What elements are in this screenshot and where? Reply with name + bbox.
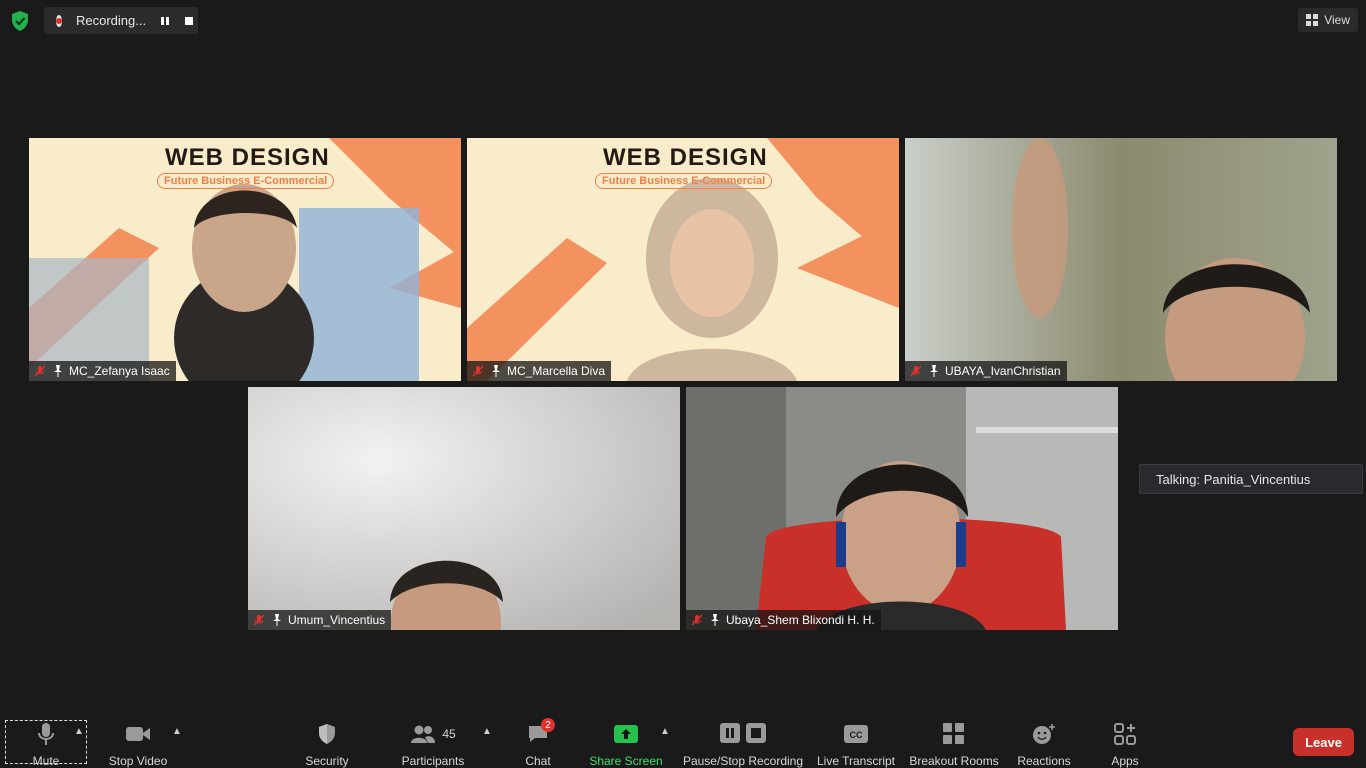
pause-stop-label: Pause/Stop Recording <box>682 754 804 768</box>
pin-icon <box>54 365 62 377</box>
breakout-rooms-icon <box>943 723 964 744</box>
chat-label: Chat <box>525 754 551 768</box>
security-shield-icon[interactable] <box>8 8 32 34</box>
apps-button[interactable]: Apps <box>1108 712 1142 768</box>
breakout-rooms-label: Breakout Rooms <box>909 754 999 768</box>
apps-icon <box>1114 723 1136 745</box>
pause-recording-icon[interactable] <box>160 12 170 30</box>
top-left-bar: Recording... <box>8 7 198 34</box>
banner-title: WEB DESIGN <box>603 144 768 171</box>
mute-options-chevron-icon[interactable]: ▲ <box>74 726 84 737</box>
banner-subtitle: Future Business E-Commercial <box>157 173 335 189</box>
live-transcript-button[interactable]: CC Live Transcript <box>816 712 896 768</box>
smiley-icon <box>1033 724 1055 744</box>
shield-icon <box>319 724 335 744</box>
pause-stop-recording-button[interactable]: Pause/Stop Recording <box>682 712 804 768</box>
participant-name: MC_Zefanya Isaac <box>69 364 170 378</box>
stop-recording-icon[interactable] <box>184 12 194 30</box>
share-screen-icon <box>614 725 638 743</box>
participant-name-tag: Umum_Vincentius <box>248 610 392 630</box>
video-tile[interactable]: Umum_Vincentius <box>248 387 680 630</box>
security-label: Security <box>305 754 349 768</box>
stop-video-label: Stop Video <box>108 754 168 768</box>
grid-view-icon <box>1306 14 1319 26</box>
camera-feed <box>905 138 1337 381</box>
pin-icon <box>711 614 719 626</box>
share-screen-button[interactable]: Share Screen <box>589 712 663 768</box>
banner-subtitle: Future Business E-Commercial <box>595 173 773 189</box>
camera-feed <box>248 387 680 630</box>
participant-name-tag: Ubaya_Shem Blixondi H. H. <box>686 610 881 630</box>
video-tile[interactable]: UBAYA_IvanChristian <box>905 138 1337 381</box>
participants-icon <box>411 725 436 743</box>
breakout-rooms-button[interactable]: Breakout Rooms <box>908 712 1000 768</box>
view-label: View <box>1324 13 1350 27</box>
pause-icon <box>720 723 740 743</box>
mute-button[interactable]: Mute <box>28 712 64 768</box>
muted-mic-icon <box>253 614 265 626</box>
participant-name: Ubaya_Shem Blixondi H. H. <box>726 613 875 627</box>
svg-text:CC: CC <box>850 730 863 740</box>
pin-icon <box>273 614 281 626</box>
mute-label: Mute <box>32 754 60 768</box>
share-screen-label: Share Screen <box>589 754 663 768</box>
participant-name: MC_Marcella Diva <box>507 364 606 378</box>
recording-indicator: Recording... <box>44 7 198 34</box>
video-tile[interactable]: WEB DESIGN Future Business E-Commercial … <box>467 138 899 381</box>
muted-mic-icon <box>691 614 703 626</box>
participants-button[interactable]: 45 Participants <box>400 712 466 768</box>
reactions-button[interactable]: Reactions <box>1016 712 1072 768</box>
banner-title: WEB DESIGN <box>165 144 330 171</box>
stop-video-button[interactable]: Stop Video <box>106 712 170 768</box>
closed-caption-icon: CC <box>844 725 868 743</box>
participant-name: Umum_Vincentius <box>288 613 386 627</box>
record-icon <box>56 14 62 27</box>
muted-mic-icon <box>472 365 484 377</box>
participant-name-tag: MC_Marcella Diva <box>467 361 612 381</box>
apps-label: Apps <box>1111 754 1139 768</box>
pin-icon <box>930 365 938 377</box>
security-button[interactable]: Security <box>304 712 350 768</box>
stop-icon <box>746 723 766 743</box>
participant-name: UBAYA_IvanChristian <box>945 364 1061 378</box>
chat-unread-badge: 2 <box>541 718 555 732</box>
video-options-chevron-icon[interactable]: ▲ <box>172 726 182 737</box>
live-transcript-label: Live Transcript <box>816 754 896 768</box>
recording-label: Recording... <box>76 13 147 28</box>
meeting-toolbar: Mute ▲ Stop Video ▲ Security 45 Particip… <box>0 712 1366 768</box>
participant-name-tag: MC_Zefanya Isaac <box>29 361 176 381</box>
muted-mic-icon <box>910 365 922 377</box>
view-button[interactable]: View <box>1298 8 1358 32</box>
reactions-label: Reactions <box>1017 754 1071 768</box>
share-options-chevron-icon[interactable]: ▲ <box>660 726 670 737</box>
camera-feed <box>686 387 1118 630</box>
muted-mic-icon <box>34 365 46 377</box>
microphone-icon <box>38 723 54 745</box>
participants-label: Participants <box>401 754 465 768</box>
participants-options-chevron-icon[interactable]: ▲ <box>482 726 492 737</box>
video-tile[interactable]: Ubaya_Shem Blixondi H. H. <box>686 387 1118 630</box>
video-camera-icon <box>126 727 150 741</box>
leave-button[interactable]: Leave <box>1293 728 1354 756</box>
talking-indicator: Talking: Panitia_Vincentius <box>1139 464 1363 494</box>
video-tile[interactable]: WEB DESIGN Future Business E-Commercial … <box>29 138 461 381</box>
participant-name-tag: UBAYA_IvanChristian <box>905 361 1067 381</box>
participants-count: 45 <box>442 727 456 741</box>
pin-icon <box>492 365 500 377</box>
